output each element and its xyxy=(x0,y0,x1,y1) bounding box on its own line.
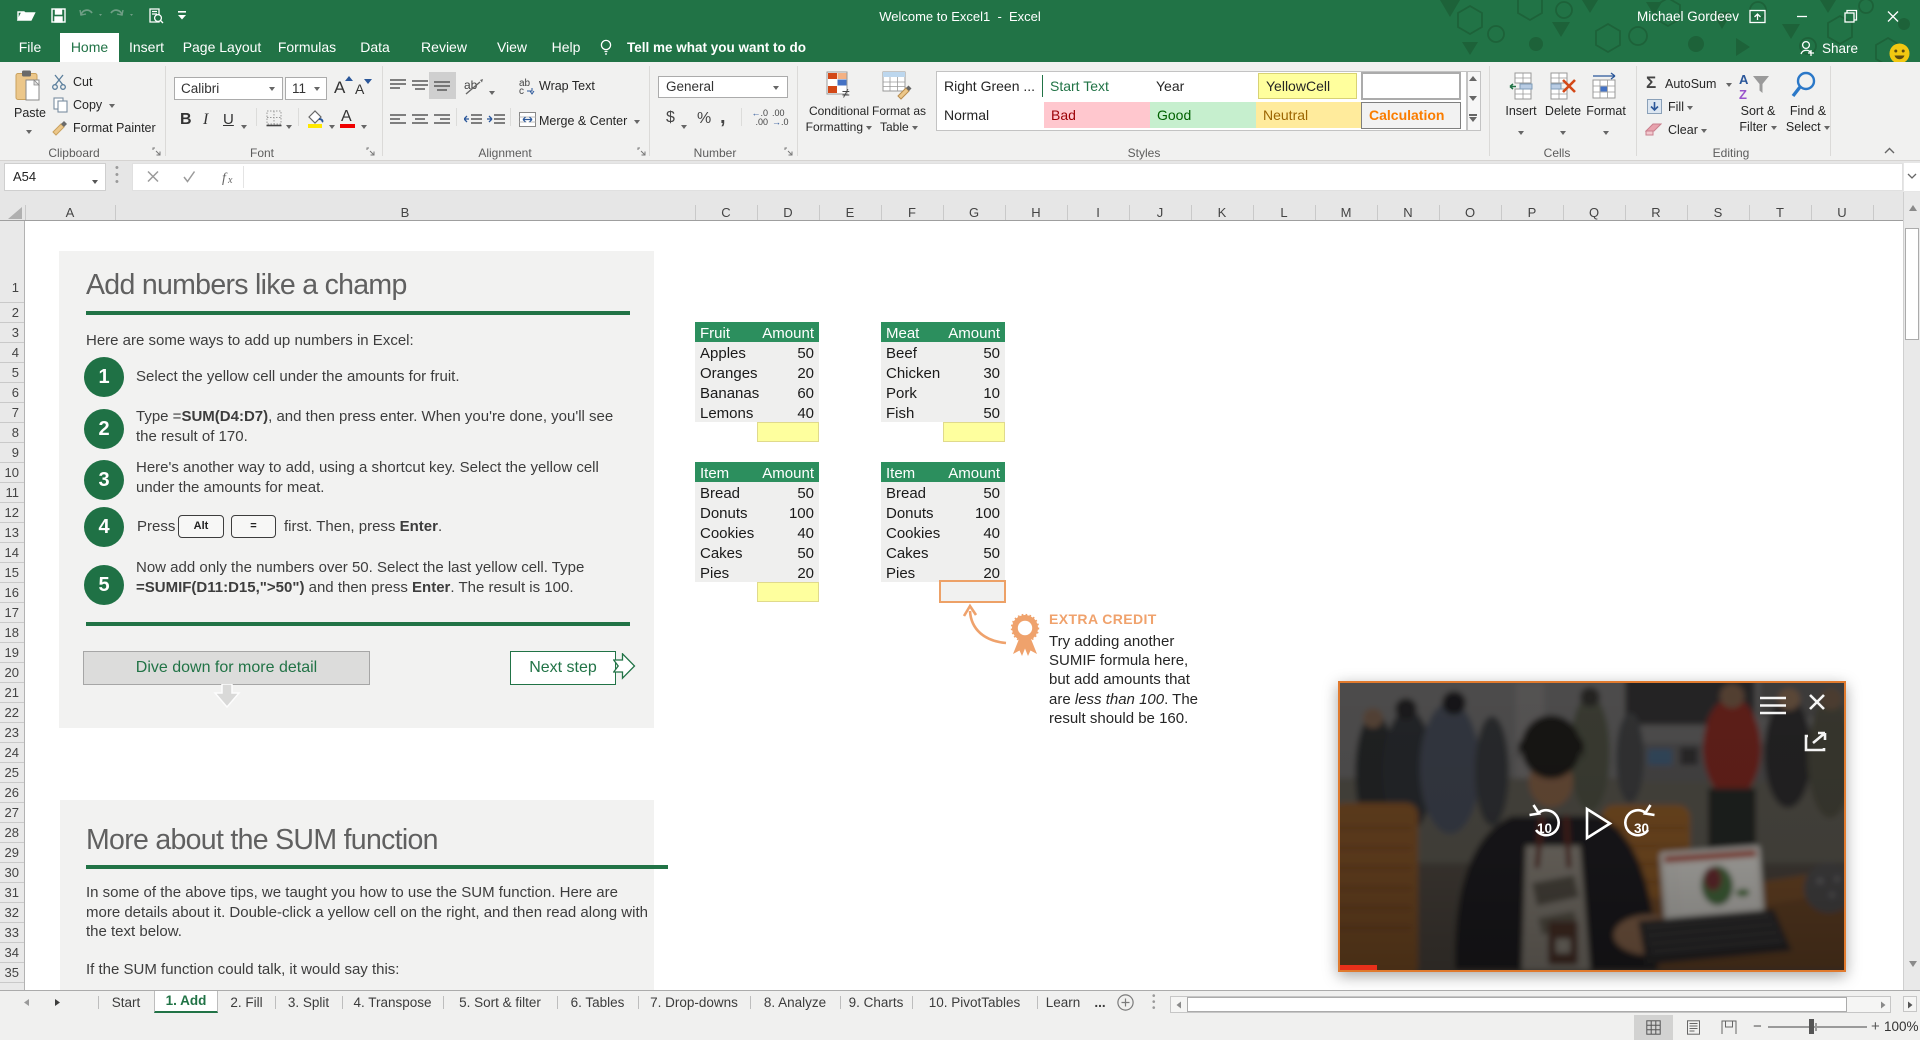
svg-text:c: c xyxy=(519,86,524,95)
svg-text:A: A xyxy=(1739,72,1749,87)
svg-text:x: x xyxy=(227,175,233,185)
svg-text:Z: Z xyxy=(1739,87,1747,102)
svg-text:30: 30 xyxy=(1634,821,1649,836)
svg-text:10: 10 xyxy=(1537,821,1552,836)
svg-text:≠: ≠ xyxy=(842,85,850,101)
